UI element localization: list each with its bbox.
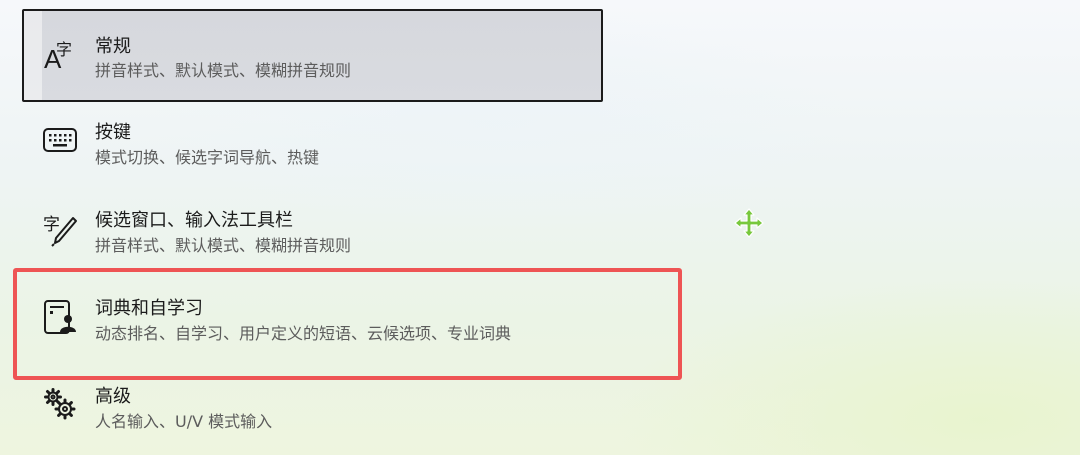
settings-item-candidate-window[interactable]: 字 候选窗口、输入法工具栏 拼音样式、默认模式、模糊拼音规则	[24, 190, 600, 272]
settings-item-title: 高级	[95, 386, 131, 407]
settings-item-title: 候选窗口、输入法工具栏	[95, 210, 293, 231]
gears-icon	[42, 386, 78, 422]
move-cursor-icon	[734, 208, 764, 238]
highlight-annotation	[13, 268, 682, 380]
character-pen-icon: 字	[42, 211, 78, 247]
svg-text:字: 字	[43, 215, 60, 235]
keyboard-icon	[42, 122, 78, 158]
settings-item-description: 人名输入、U/V 模式输入	[95, 412, 273, 431]
settings-item-description: 拼音样式、默认模式、模糊拼音规则	[95, 61, 352, 80]
settings-item-keys[interactable]: 按键 模式切换、候选字词导航、热键	[24, 102, 600, 184]
settings-item-description: 模式切换、候选字词导航、热键	[95, 148, 320, 167]
settings-item-title: 常规	[95, 36, 131, 57]
settings-item-title: 按键	[95, 122, 131, 143]
font-character-icon: A 字	[42, 38, 78, 74]
settings-item-description: 拼音样式、默认模式、模糊拼音规则	[95, 236, 352, 255]
svg-text:字: 字	[56, 40, 72, 59]
settings-item-general[interactable]: A 字 常规 拼音样式、默认模式、模糊拼音规则	[22, 9, 603, 102]
ime-settings-list: A 字 常规 拼音样式、默认模式、模糊拼音规则 按键 模式切换、候选字词导航、热…	[0, 0, 1080, 455]
